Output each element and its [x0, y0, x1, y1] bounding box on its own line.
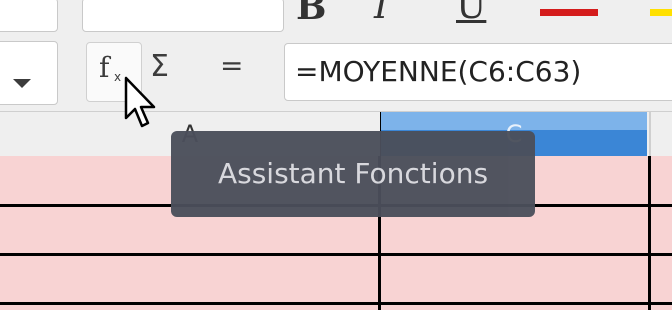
column-header-d[interactable]	[649, 112, 672, 157]
font-size-box[interactable]	[82, 0, 284, 32]
highlight-color-indicator[interactable]	[650, 9, 672, 16]
italic-button[interactable]: I	[374, 0, 388, 27]
formula-input[interactable]: =MOYENNE(C6:C63)	[284, 43, 672, 101]
formula-text: =MOYENNE(C6:C63)	[295, 55, 582, 88]
row-border	[0, 302, 672, 305]
column-border	[648, 156, 651, 310]
name-box[interactable]	[0, 41, 58, 105]
function-icon: f	[99, 51, 110, 84]
function-icon-subscript: x	[114, 70, 122, 84]
font-name-box[interactable]	[0, 0, 58, 32]
underline-button[interactable]: U	[456, 0, 486, 27]
bold-button[interactable]: B	[296, 0, 326, 28]
formula-bar: f x Σ = =MOYENNE(C6:C63)	[0, 33, 672, 111]
chevron-down-icon[interactable]	[13, 79, 31, 88]
tooltip: Assistant Fonctions	[171, 131, 535, 217]
mouse-cursor-icon	[124, 76, 156, 128]
row-border	[0, 253, 672, 256]
tooltip-text: Assistant Fonctions	[217, 157, 489, 190]
font-color-indicator[interactable]	[540, 9, 598, 16]
formatting-toolbar: B I U	[0, 0, 672, 33]
formula-button[interactable]: =	[220, 49, 243, 82]
